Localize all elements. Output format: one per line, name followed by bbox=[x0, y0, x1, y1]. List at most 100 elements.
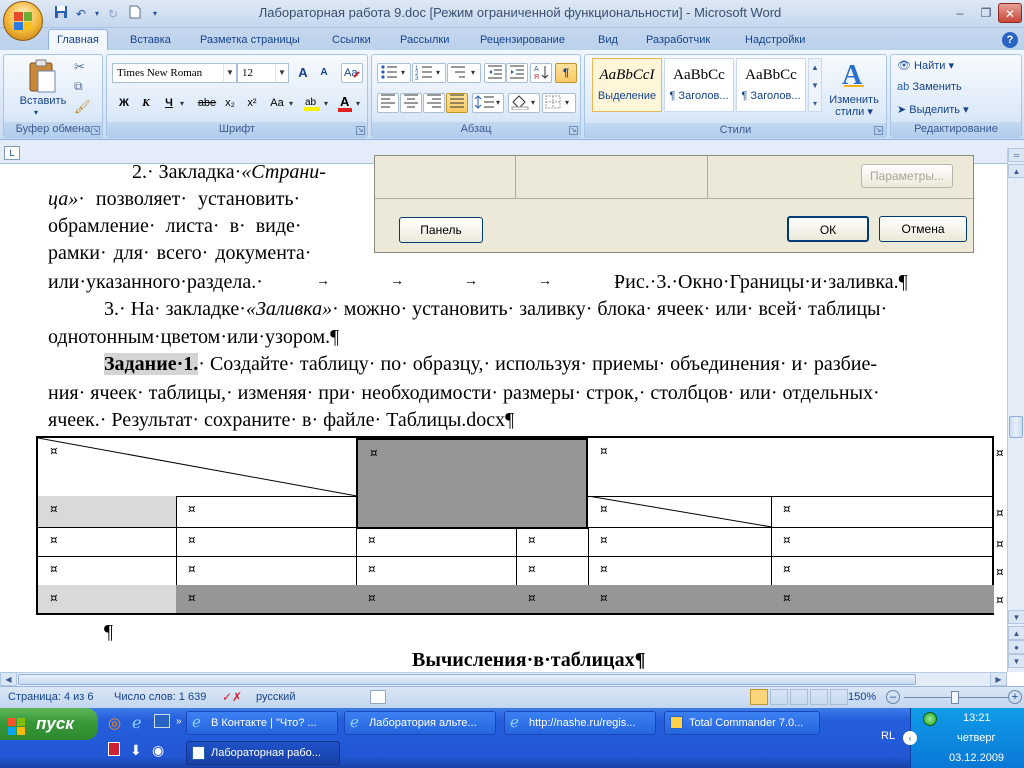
zoom-level[interactable]: 150% bbox=[848, 691, 876, 703]
next-page-icon[interactable]: ▼ bbox=[1008, 654, 1024, 668]
subscript-button[interactable]: x₂ bbox=[220, 93, 240, 113]
scroll-down-icon[interactable]: ▼ bbox=[1008, 610, 1024, 624]
taskbar-window-button[interactable]: ℯ Лаборатория альте... bbox=[344, 711, 496, 735]
chevron-down-icon[interactable]: ▼ bbox=[275, 64, 288, 82]
multilevel-list-icon[interactable]: ▾ bbox=[447, 63, 481, 83]
zoom-out-button[interactable]: – bbox=[886, 690, 900, 704]
new-doc-icon[interactable] bbox=[126, 5, 144, 23]
zoom-in-button[interactable]: + bbox=[1008, 690, 1022, 704]
table-cell[interactable]: ¤ bbox=[771, 496, 994, 528]
highlight-dropdown-icon[interactable]: ▾ bbox=[324, 99, 328, 108]
format-painter-icon[interactable]: 🖌 bbox=[74, 99, 91, 115]
select-button[interactable]: ➤ Выделить ▾ bbox=[897, 103, 969, 116]
sort-icon[interactable]: AЯ bbox=[530, 63, 552, 83]
outline-view-icon[interactable] bbox=[810, 689, 828, 705]
highlight-icon[interactable]: ab bbox=[301, 93, 323, 113]
justify-icon[interactable] bbox=[446, 93, 468, 113]
style-heading-1[interactable]: AaBbCc ¶ Заголов... bbox=[664, 58, 734, 112]
download-icon[interactable]: ⬇ bbox=[130, 742, 142, 759]
taskbar-window-button[interactable]: ℯ В Контакте | "Что? ... bbox=[186, 711, 338, 735]
table-cell[interactable]: ¤ bbox=[176, 496, 357, 528]
table-cell[interactable]: ¤ bbox=[588, 496, 772, 528]
superscript-button[interactable]: x² bbox=[242, 93, 262, 113]
table-cell[interactable]: ¤ bbox=[356, 556, 517, 586]
paragraph-launcher-icon[interactable]: ↘ bbox=[569, 126, 578, 135]
font-color-dropdown-icon[interactable]: ▾ bbox=[356, 99, 360, 108]
table-cell[interactable]: ¤ bbox=[38, 585, 177, 613]
shading-icon[interactable]: ▾ bbox=[508, 93, 540, 113]
ie-icon[interactable]: ℯ bbox=[132, 713, 141, 733]
quicklaunch-app-icon[interactable] bbox=[108, 742, 120, 756]
table-cell[interactable]: ¤ bbox=[38, 438, 357, 497]
show-marks-button[interactable]: ¶ bbox=[555, 63, 577, 83]
bullets-icon[interactable]: ▾ bbox=[377, 63, 411, 83]
tray-expand-icon[interactable]: ‹ bbox=[903, 731, 917, 745]
increase-indent-icon[interactable] bbox=[506, 63, 528, 83]
reading-view-icon[interactable] bbox=[770, 689, 788, 705]
browse-object-icon[interactable]: ● bbox=[1008, 640, 1024, 654]
clipboard-launcher-icon[interactable]: ↘ bbox=[91, 126, 100, 135]
media-player-icon[interactable]: ◉ bbox=[152, 742, 164, 759]
table-cell[interactable]: ¤ bbox=[588, 438, 994, 497]
help-icon[interactable]: ? bbox=[1002, 32, 1018, 48]
word-count[interactable]: Число слов: 1 639 bbox=[114, 691, 206, 703]
shrink-font-button[interactable]: A bbox=[314, 63, 334, 83]
font-launcher-icon[interactable]: ↘ bbox=[356, 126, 365, 135]
underline-button[interactable]: Ч bbox=[159, 93, 179, 113]
strikethrough-button[interactable]: abe bbox=[195, 93, 219, 113]
tab-insert[interactable]: Вставка bbox=[122, 31, 179, 50]
show-desktop-icon[interactable] bbox=[154, 714, 170, 728]
bold-button[interactable]: Ж bbox=[114, 93, 134, 113]
decrease-indent-icon[interactable] bbox=[484, 63, 506, 83]
web-view-icon[interactable] bbox=[790, 689, 808, 705]
split-handle-icon[interactable]: ═ bbox=[1008, 148, 1024, 162]
cancel-button[interactable]: Отмена bbox=[879, 216, 967, 242]
page-count[interactable]: Страница: 4 из 6 bbox=[8, 691, 94, 703]
copy-icon[interactable]: ⧉ bbox=[74, 79, 83, 94]
table-cell[interactable]: ¤ bbox=[176, 527, 357, 557]
tab-view[interactable]: Вид bbox=[590, 31, 626, 50]
hscroll-thumb[interactable] bbox=[18, 674, 916, 685]
macro-record-icon[interactable] bbox=[370, 690, 386, 704]
close-button[interactable]: ✕ bbox=[998, 3, 1022, 23]
style-emphasis[interactable]: AaBbCcI Выделение bbox=[592, 58, 662, 112]
change-case-dropdown-icon[interactable]: ▾ bbox=[289, 99, 293, 108]
font-color-icon[interactable]: A bbox=[335, 93, 355, 113]
qat-customize-icon[interactable]: ▾ bbox=[146, 5, 164, 23]
tab-page-layout[interactable]: Разметка страницы bbox=[192, 31, 308, 50]
table-cell[interactable]: ¤ bbox=[771, 585, 994, 613]
tray-time[interactable]: 13:21 bbox=[963, 712, 991, 724]
minimize-button[interactable]: – bbox=[948, 3, 972, 23]
redo-icon[interactable]: ↻ bbox=[104, 5, 122, 23]
font-name-combo[interactable]: Times New Roman ▼ bbox=[112, 63, 237, 83]
cut-icon[interactable]: ✂ bbox=[74, 59, 85, 75]
table-cell[interactable]: ¤ bbox=[176, 556, 357, 586]
chevron-down-icon[interactable]: ▼ bbox=[223, 64, 236, 82]
tab-addins[interactable]: Надстройки bbox=[737, 31, 813, 50]
save-icon[interactable] bbox=[52, 5, 70, 23]
table-cell[interactable]: ¤ bbox=[516, 556, 589, 586]
panel-button[interactable]: Панель bbox=[399, 217, 483, 243]
styles-launcher-icon[interactable]: ↘ bbox=[874, 126, 883, 135]
table-cell[interactable]: ¤ bbox=[38, 527, 177, 557]
prev-page-icon[interactable]: ▲ bbox=[1008, 626, 1024, 640]
tab-references[interactable]: Ссылки bbox=[324, 31, 379, 50]
align-center-icon[interactable] bbox=[400, 93, 422, 113]
style-heading-2[interactable]: AaBbCc ¶ Заголов... bbox=[736, 58, 806, 112]
table-cell[interactable]: ¤ bbox=[588, 527, 772, 557]
change-case-button[interactable]: Aa bbox=[265, 93, 289, 113]
paste-button[interactable]: Вставить bbox=[16, 95, 70, 107]
font-size-combo[interactable]: 12 ▼ bbox=[237, 63, 289, 83]
underline-dropdown-icon[interactable]: ▾ bbox=[180, 99, 184, 108]
table-cell[interactable]: ¤ bbox=[516, 585, 589, 613]
tab-home[interactable]: Главная bbox=[48, 29, 108, 51]
italic-button[interactable]: К bbox=[136, 93, 156, 113]
table-cell[interactable]: ¤ bbox=[356, 527, 517, 557]
numbering-icon[interactable]: 1 2 3 ▾ bbox=[412, 63, 446, 83]
taskbar-window-button[interactable]: ℯ http://nashe.ru/regis... bbox=[504, 711, 656, 735]
table-cell[interactable]: ¤ bbox=[588, 556, 772, 586]
grow-font-button[interactable]: A bbox=[293, 63, 313, 83]
borders-icon[interactable]: ▾ bbox=[542, 93, 576, 113]
start-button[interactable]: пуск bbox=[0, 708, 98, 740]
icq-icon[interactable] bbox=[923, 712, 937, 726]
